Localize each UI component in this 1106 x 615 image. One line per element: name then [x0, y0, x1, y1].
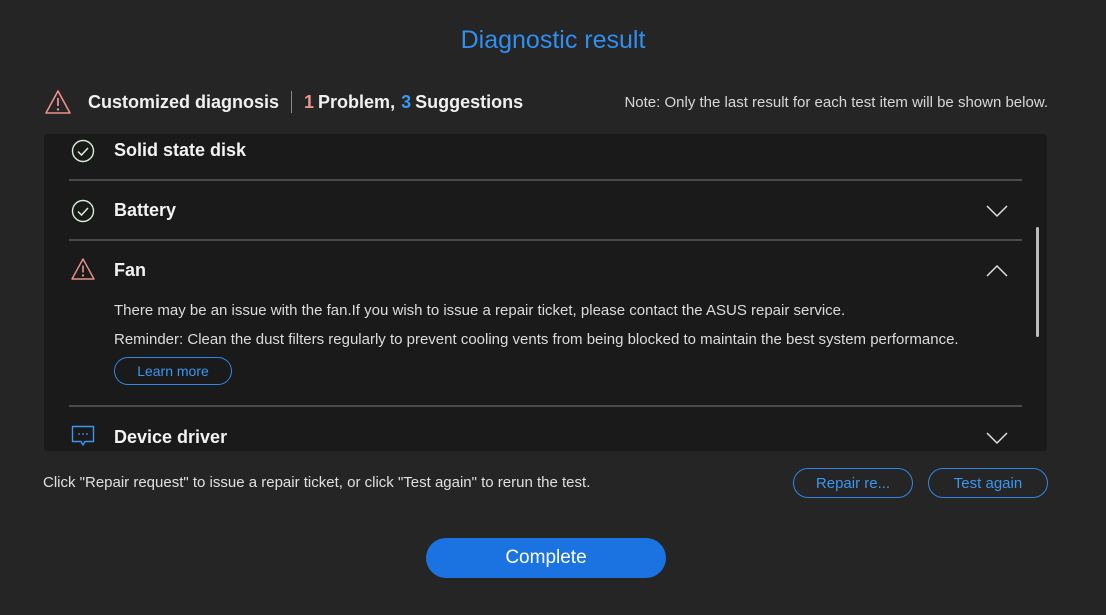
warning-icon [71, 258, 95, 280]
fan-message: There may be an issue with the fan.If yo… [114, 302, 846, 319]
result-list[interactable]: Solid state disk Battery Fan There may b… [44, 134, 1047, 451]
divider [69, 179, 1022, 181]
chevron-up-icon[interactable] [986, 264, 1008, 278]
test-again-button[interactable]: Test again [928, 468, 1048, 498]
result-note: Note: Only the last result for each test… [624, 94, 1048, 111]
result-item-name: Battery [114, 200, 177, 220]
diagnosis-type-label: Customized diagnosis [88, 91, 280, 112]
result-item-name: Device driver [114, 427, 228, 447]
repair-request-button[interactable]: Repair re... [793, 468, 913, 498]
problem-text: Problem, [318, 91, 396, 112]
result-item-battery[interactable]: Battery [69, 197, 1022, 227]
check-circle-icon [71, 199, 95, 223]
fan-reminder: Reminder: Clean the dust filters regular… [114, 331, 959, 348]
suggestion-count: 3 [401, 91, 412, 112]
problem-count: 1 [304, 91, 315, 112]
chevron-down-icon[interactable] [986, 431, 1008, 445]
warning-icon [45, 90, 71, 114]
complete-button[interactable]: Complete [426, 538, 666, 578]
check-circle-icon [71, 139, 95, 163]
footer-hint: Click "Repair request" to issue a repair… [43, 474, 591, 491]
result-item-ssd[interactable]: Solid state disk [69, 137, 1022, 167]
learn-more-button[interactable]: Learn more [114, 357, 232, 385]
scrollbar-thumb[interactable] [1036, 227, 1039, 337]
suggestion-text: Suggestions [415, 91, 524, 112]
divider [69, 405, 1022, 407]
chevron-down-icon[interactable] [986, 204, 1008, 218]
result-item-fan[interactable]: Fan [69, 257, 1022, 287]
diagnosis-summary: Customized diagnosis 1 Problem, 3 Sugges… [44, 88, 523, 116]
result-item-name: Fan [114, 260, 147, 280]
message-icon [71, 425, 95, 446]
page-title: Diagnostic result [460, 26, 646, 54]
result-item-name: Solid state disk [114, 140, 247, 160]
result-item-device-driver[interactable]: Device driver [69, 423, 1022, 451]
summary-separator [291, 91, 293, 113]
divider [69, 239, 1022, 241]
